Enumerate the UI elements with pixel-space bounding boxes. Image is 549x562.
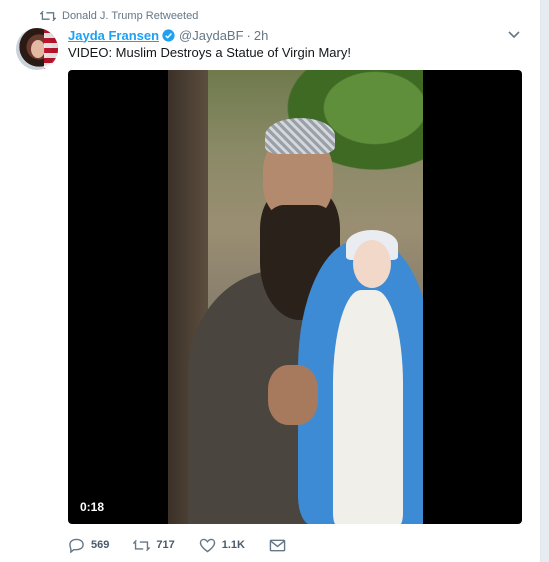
retweet-icon [40,10,56,22]
tweet-timestamp[interactable]: 2h [254,28,268,43]
avatar[interactable] [16,28,58,70]
tweet-card[interactable]: Donald J. Trump Retweeted Jayda Fransen … [0,0,541,562]
separator-dot: · [246,27,251,43]
verified-icon [162,28,175,42]
video-duration: 0:18 [80,500,105,514]
video-player[interactable]: 0:18 [68,70,522,524]
like-count: 1.1K [221,539,245,551]
chevron-down-icon[interactable] [508,30,520,40]
tweet-text: VIDEO: Muslim Destroys a Statue of Virgi… [68,45,351,60]
retweet-context-text: Donald J. Trump Retweeted [62,10,199,22]
direct-message-button[interactable] [269,538,292,553]
like-icon [199,538,215,552]
reply-icon [69,538,84,553]
retweet-count: 717 [156,539,175,551]
tweet-header: Jayda Fransen @JaydaBF · 2h [68,26,520,44]
retweet-icon [133,539,151,551]
author-name[interactable]: Jayda Fransen [68,28,159,43]
retweet-context: Donald J. Trump Retweeted [40,8,198,24]
author-handle[interactable]: @JaydaBF [179,28,244,43]
reply-count: 569 [91,539,110,551]
tweet-actions: 569 717 1.1K [68,536,316,554]
message-icon [269,539,286,551]
retweet-button[interactable]: 717 [133,538,175,553]
reply-button[interactable]: 569 [68,538,109,553]
like-button[interactable]: 1.1K [199,538,245,553]
video-frame [168,70,423,524]
